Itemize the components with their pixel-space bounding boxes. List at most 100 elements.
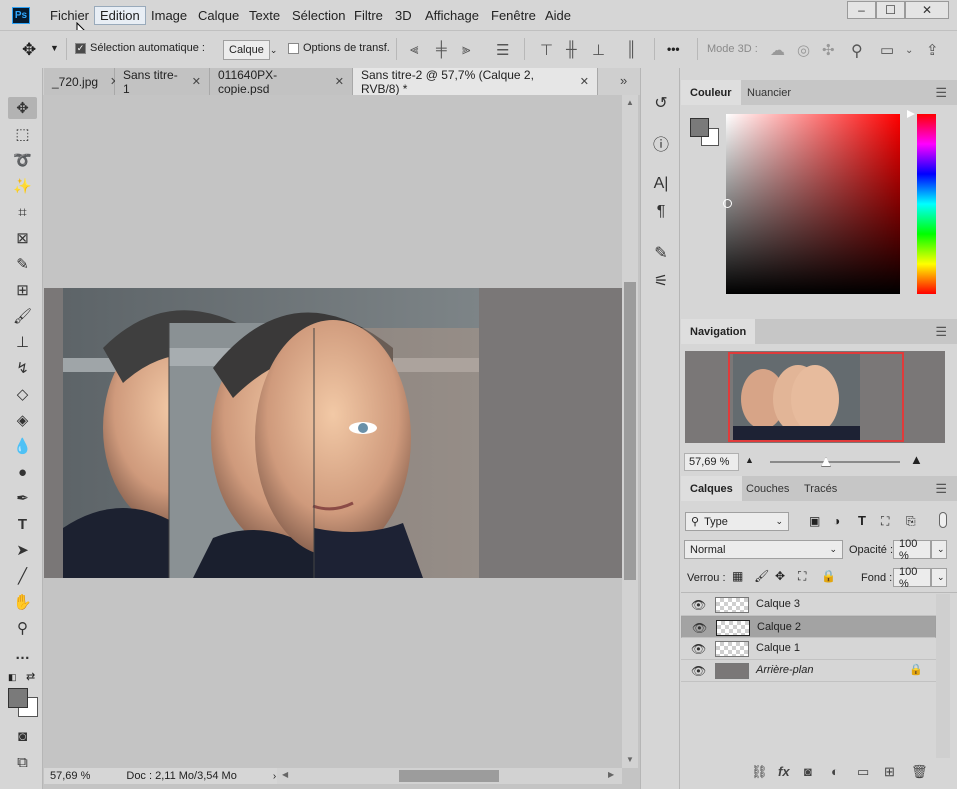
layer-row-calque-1[interactable]: 👁 Calque 1 <box>681 638 936 660</box>
panel-menu-icon[interactable]: ☰ <box>935 324 947 340</box>
folder-icon[interactable]: ▭ <box>857 764 869 780</box>
auto-select-checkbox[interactable]: ✓ Sélection automatique : <box>75 42 205 54</box>
horizontal-scroll-thumb[interactable] <box>399 770 499 782</box>
blur-tool-icon[interactable]: 💧 <box>8 435 37 457</box>
foreground-color-swatch[interactable] <box>8 688 28 708</box>
eye-icon[interactable]: 👁 <box>691 642 706 656</box>
default-colors-icon[interactable]: ◧ <box>8 672 17 683</box>
color-picker-marker[interactable] <box>723 199 732 208</box>
scroll-left-icon[interactable]: ◀ <box>282 770 288 779</box>
layer-name[interactable]: Calque 3 <box>756 598 800 610</box>
zoom-tool-icon[interactable]: ⚲ <box>8 617 37 639</box>
menu-3d[interactable]: 3D <box>395 8 412 23</box>
lock-transparency-icon[interactable]: ▦ <box>732 569 743 583</box>
lock-artboard-icon[interactable]: ⛶ <box>798 569 806 584</box>
hand-tool-icon[interactable]: ✋ <box>8 591 37 613</box>
paragraph-panel-icon[interactable]: ¶ <box>650 201 672 223</box>
tab-sans-titre-1[interactable]: Sans titre-1 ✕ <box>115 68 210 96</box>
healing-tool-icon[interactable]: ⊞ <box>8 279 37 301</box>
fg-color-chip[interactable] <box>690 118 709 137</box>
link-icon[interactable]: ⛓ <box>751 764 768 780</box>
paint-bucket-tool-icon[interactable]: ◈ <box>8 409 37 431</box>
brush-presets-icon[interactable]: ✎ <box>650 242 672 264</box>
move-tool-preset-icon[interactable]: ✥ <box>22 40 36 60</box>
tab-011640px[interactable]: 011640PX-copie.psd ✕ <box>210 68 353 96</box>
tab-720[interactable]: _720.jpg✕ <box>44 68 119 95</box>
history-panel-icon[interactable]: ↺ <box>650 92 672 114</box>
eraser-tool-icon[interactable]: ◇ <box>8 383 37 405</box>
chevron-down-icon[interactable]: ⌄ <box>905 45 913 56</box>
swap-colors-icon[interactable]: ⇄ <box>26 670 35 683</box>
more-tools-icon[interactable]: … <box>8 643 37 665</box>
layers-scrollbar[interactable] <box>936 594 950 758</box>
navigator-zoom-input[interactable]: 57,69 % <box>684 453 739 471</box>
layer-name[interactable]: Calque 2 <box>757 621 801 633</box>
more-options-icon[interactable]: ••• <box>667 42 680 56</box>
info-panel-icon[interactable]: ⓘ <box>650 132 672 154</box>
quick-mask-icon[interactable]: ◙ <box>8 725 37 747</box>
chevron-down-icon[interactable]: ▼ <box>50 43 59 53</box>
path-selection-tool-icon[interactable]: ➤ <box>8 539 37 561</box>
eye-icon[interactable]: 👁 <box>691 664 706 678</box>
align-right-icon[interactable]: ⫸ <box>462 41 470 58</box>
navigator-zoom-slider[interactable] <box>770 461 900 463</box>
distribute-v-icon[interactable]: ║ <box>626 41 637 58</box>
orbit-3d-icon[interactable]: ☁ <box>770 41 785 59</box>
crop-tool-icon[interactable]: ⌗ <box>8 201 37 223</box>
vertical-scroll-thumb[interactable] <box>624 282 636 580</box>
menu-fenetre[interactable]: Fenêtre <box>491 8 536 23</box>
marquee-tool-icon[interactable]: ⬚ <box>8 123 37 145</box>
lock-position-icon[interactable]: ✥ <box>775 569 785 583</box>
tab-traces[interactable]: Tracés <box>795 476 846 501</box>
menu-image[interactable]: Image <box>151 8 187 23</box>
search-icon[interactable]: ⚲ <box>851 41 863 61</box>
tab-couleur[interactable]: Couleur <box>681 80 741 105</box>
dodge-tool-icon[interactable]: ● <box>8 461 37 483</box>
scroll-up-icon[interactable]: ▲ <box>626 98 634 107</box>
menu-affichage[interactable]: Affichage <box>425 8 479 23</box>
filter-type-icon[interactable]: T <box>858 513 866 528</box>
align-middle-v-icon[interactable]: ╫ <box>566 41 577 58</box>
frame-tool-icon[interactable]: ⊠ <box>8 227 37 249</box>
hue-slider[interactable] <box>917 114 936 294</box>
filter-adjustment-icon[interactable]: ◑ <box>833 514 840 528</box>
menu-edition[interactable]: Edition <box>94 6 146 25</box>
layer-name[interactable]: Calque 1 <box>756 642 800 654</box>
eye-icon[interactable]: 👁 <box>692 621 707 635</box>
roll-3d-icon[interactable]: ◎ <box>797 41 810 59</box>
chevron-right-icon[interactable]: › <box>273 771 276 782</box>
auto-select-dropdown[interactable]: Calque ⌄ <box>223 40 277 60</box>
tab-navigation[interactable]: Navigation <box>681 319 756 344</box>
eyedropper-tool-icon[interactable]: ✎ <box>8 253 37 275</box>
workspace-icon[interactable]: ▭ <box>880 41 894 59</box>
character-panel-icon[interactable]: A| <box>650 173 672 195</box>
align-top-icon[interactable]: ⊤ <box>540 41 553 59</box>
pan-3d-icon[interactable]: ✣ <box>822 41 835 59</box>
zoom-out-icon[interactable]: ▲ <box>745 455 754 465</box>
menu-fichier[interactable]: Fichier <box>50 8 89 23</box>
adjustment-icon[interactable]: ◐ <box>831 764 839 779</box>
menu-filtre[interactable]: Filtre <box>354 8 383 23</box>
panel-menu-icon[interactable]: ☰ <box>935 85 947 101</box>
layer-row-calque-3[interactable]: 👁 Calque 3 <box>681 594 936 616</box>
type-tool-icon[interactable]: T <box>8 513 37 535</box>
menu-texte[interactable]: Texte <box>249 8 280 23</box>
eye-icon[interactable]: 👁 <box>691 598 706 612</box>
align-bottom-icon[interactable]: ⊥ <box>592 41 605 59</box>
move-tool-icon[interactable]: ✥ <box>8 97 37 119</box>
mask-icon[interactable]: ◙ <box>804 764 812 779</box>
tab-couches[interactable]: Couches <box>737 476 798 501</box>
lasso-tool-icon[interactable]: ➰ <box>8 149 37 171</box>
filter-pixel-icon[interactable]: ▣ <box>809 514 820 528</box>
lock-all-icon[interactable]: 🔒 <box>821 569 836 583</box>
scroll-right-icon[interactable]: ▶ <box>608 770 614 779</box>
lock-pixels-icon[interactable]: 🖌 <box>754 569 769 583</box>
layer-name[interactable]: Arrière-plan <box>756 664 813 676</box>
trash-icon[interactable]: 🗑 <box>911 764 928 780</box>
tab-sans-titre-2[interactable]: Sans titre-2 @ 57,7% (Calque 2, RVB/8) *… <box>353 68 598 96</box>
close-icon[interactable]: ✕ <box>580 75 589 88</box>
menu-selection[interactable]: Sélection <box>292 8 345 23</box>
zoom-in-icon[interactable]: ▲ <box>910 452 923 467</box>
screen-mode-icon[interactable]: ⧉ <box>8 751 37 773</box>
fill-input[interactable]: 100 % <box>893 566 931 590</box>
